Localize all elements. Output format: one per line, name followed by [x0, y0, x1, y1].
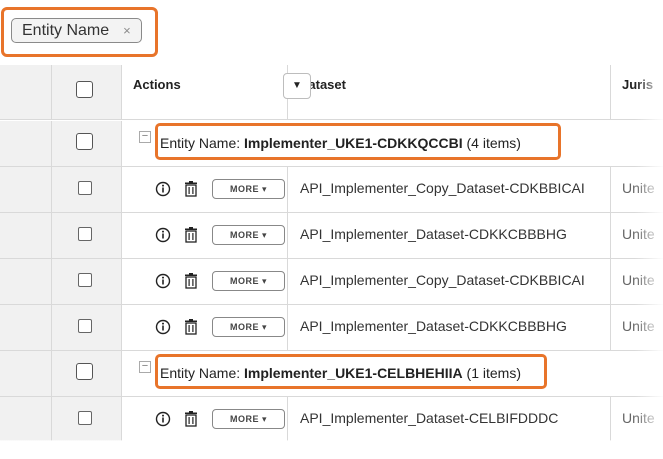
collapse-icon[interactable]: − [139, 131, 151, 143]
dataset-name[interactable]: API_Implementer_Copy_Dataset-CDKBBICAI [300, 272, 585, 288]
row-checkbox-cell [52, 167, 122, 212]
row-gutter [0, 167, 52, 212]
more-button[interactable]: MORE ▾ [212, 179, 285, 199]
chip-close-icon[interactable]: × [123, 23, 131, 38]
header-jurisdiction: Juris [611, 65, 663, 119]
jurisdiction-value: Unite [622, 410, 655, 426]
group-highlight [155, 123, 561, 160]
info-icon[interactable] [155, 179, 173, 199]
column-header-actions[interactable]: Actions [133, 77, 181, 92]
collapse-icon[interactable]: − [139, 361, 151, 373]
group-checkbox[interactable] [76, 363, 93, 380]
more-label: MORE [229, 276, 259, 286]
caret-down-icon: ▾ [261, 321, 268, 332]
group-highlight [155, 354, 547, 389]
trash-icon[interactable] [182, 271, 200, 291]
group-row[interactable]: − Entity Name: Implementer_UKE1-CDKKQCCB… [0, 121, 663, 167]
trash-icon[interactable] [182, 225, 200, 245]
group-checkbox-cell [52, 121, 122, 166]
group-row[interactable]: − Entity Name: Implementer_UKE1-CELBHEHI… [0, 351, 663, 397]
group-checkbox[interactable] [76, 133, 93, 150]
header-checkbox-cell [52, 65, 122, 119]
grid-header: Actions Dataset Juris ▼ [0, 65, 663, 120]
row-gutter [0, 121, 52, 166]
table-row[interactable]: MORE ▾ API_Implementer_Copy_Dataset-CDKB… [0, 167, 663, 213]
column-menu-button[interactable]: ▼ [283, 73, 311, 99]
info-icon[interactable] [155, 317, 173, 337]
more-label: MORE [229, 184, 259, 194]
row-checkbox-cell [52, 397, 122, 441]
table-row[interactable]: MORE ▾ API_Implementer_Dataset-CDKKCBBBH… [0, 305, 663, 351]
caret-down-icon: ▾ [261, 413, 268, 424]
column-header-jurisdiction[interactable]: Juris [622, 77, 653, 92]
dataset-name[interactable]: API_Implementer_Dataset-CDKKCBBBHG [300, 318, 567, 334]
table-row[interactable]: MORE ▾ API_Implementer_Dataset-CELBIFDDD… [0, 397, 663, 441]
row-checkbox-cell [52, 259, 122, 304]
more-button[interactable]: MORE ▾ [212, 409, 285, 429]
fade-overlay-bottom [0, 440, 663, 459]
group-checkbox-cell [52, 351, 122, 396]
row-gutter [0, 351, 52, 396]
row-checkbox-cell [52, 305, 122, 350]
row-checkbox[interactable] [78, 181, 92, 195]
trash-icon[interactable] [182, 317, 200, 337]
row-checkbox[interactable] [78, 411, 92, 425]
trash-icon[interactable] [182, 179, 200, 199]
dataset-name[interactable]: API_Implementer_Dataset-CELBIFDDDC [300, 410, 558, 426]
jurisdiction-value: Unite [622, 226, 655, 242]
dataset-name[interactable]: API_Implementer_Dataset-CDKKCBBBHG [300, 226, 567, 242]
caret-down-icon: ▾ [261, 229, 268, 240]
caret-down-icon: ▾ [261, 183, 268, 194]
header-gutter [0, 65, 52, 119]
chevron-down-icon: ▼ [292, 80, 302, 91]
header-dataset: Dataset [288, 65, 611, 119]
row-gutter [0, 305, 52, 350]
table-row[interactable]: MORE ▾ API_Implementer_Copy_Dataset-CDKB… [0, 259, 663, 305]
row-checkbox-cell [52, 213, 122, 258]
groupby-chip-entity-name[interactable]: Entity Name × [11, 18, 142, 43]
jurisdiction-value: Unite [622, 272, 655, 288]
info-icon[interactable] [155, 225, 173, 245]
row-gutter [0, 213, 52, 258]
caret-down-icon: ▾ [261, 275, 268, 286]
more-button[interactable]: MORE ▾ [212, 271, 285, 291]
row-gutter [0, 397, 52, 441]
row-gutter [0, 259, 52, 304]
jurisdiction-value: Unite [622, 318, 655, 334]
jurisdiction-value: Unite [622, 180, 655, 196]
info-icon[interactable] [155, 409, 173, 429]
groupby-chip-label: Entity Name [22, 21, 110, 39]
table-row[interactable]: MORE ▾ API_Implementer_Dataset-CDKKCBBBH… [0, 213, 663, 259]
more-label: MORE [229, 230, 259, 240]
row-checkbox[interactable] [78, 319, 92, 333]
select-all-checkbox[interactable] [76, 81, 93, 98]
dataset-name[interactable]: API_Implementer_Copy_Dataset-CDKBBICAI [300, 180, 585, 196]
trash-icon[interactable] [182, 409, 200, 429]
data-grid: Actions Dataset Juris ▼ − Entity Name: I… [0, 65, 663, 441]
more-label: MORE [229, 322, 259, 332]
header-actions: Actions [122, 65, 288, 119]
more-button[interactable]: MORE ▾ [212, 317, 285, 337]
more-label: MORE [229, 414, 259, 424]
row-checkbox[interactable] [78, 227, 92, 241]
row-checkbox[interactable] [78, 273, 92, 287]
more-button[interactable]: MORE ▾ [212, 225, 285, 245]
info-icon[interactable] [155, 271, 173, 291]
